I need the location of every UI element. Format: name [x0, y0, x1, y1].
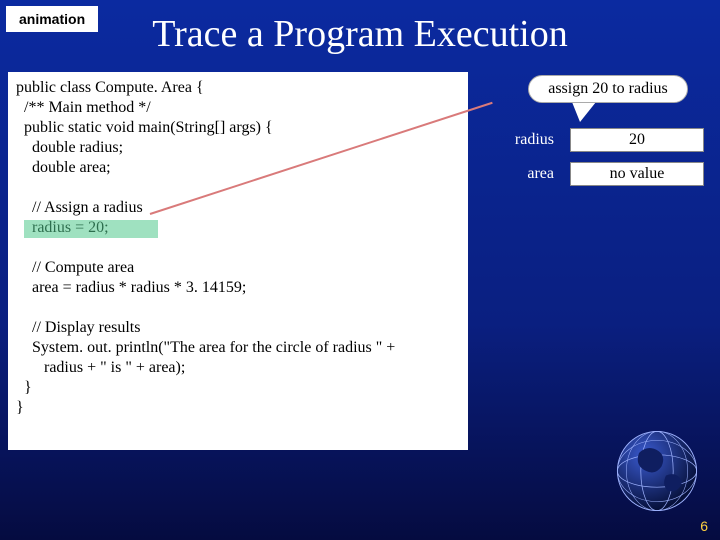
code-panel: public class Compute. Area { /** Main me…: [8, 72, 468, 450]
slide-title: Trace a Program Execution: [0, 12, 720, 56]
variable-label: radius: [490, 131, 570, 149]
variable-table: radius 20 area no value: [490, 128, 704, 196]
code-highlight: [24, 220, 158, 238]
variable-row: radius 20: [490, 128, 704, 152]
variable-value-box: no value: [570, 162, 704, 186]
slide: animation Trace a Program Execution publ…: [0, 0, 720, 540]
slide-number: 6: [700, 518, 708, 534]
globe-icon: [612, 426, 702, 516]
callout-tail: [572, 102, 596, 122]
callout-bubble: assign 20 to radius: [528, 75, 688, 103]
variable-value-box: 20: [570, 128, 704, 152]
variable-row: area no value: [490, 162, 704, 186]
variable-label: area: [490, 165, 570, 183]
